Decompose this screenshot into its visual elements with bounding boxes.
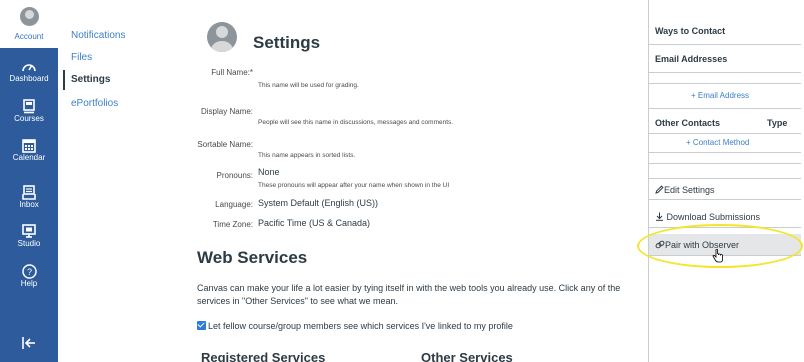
menu-active-indicator — [63, 70, 65, 90]
web-services-title: Web Services — [197, 248, 308, 267]
nav-calendar[interactable]: Calendar — [0, 136, 58, 176]
full-name-hint: This name will be used for grading. — [258, 82, 359, 89]
studio-icon — [22, 224, 36, 238]
profile-avatar[interactable] — [207, 22, 237, 52]
ways-to-contact-heading: Ways to Contact — [655, 26, 726, 36]
language-value: System Default (English (US)) — [258, 198, 379, 208]
display-name-hint: People will see this name in discussions… — [258, 119, 454, 126]
language-label: Language: — [215, 200, 253, 209]
full-name-label: Full Name:* — [211, 68, 253, 77]
svg-text:?: ? — [26, 267, 31, 277]
nav-courses-label: Courses — [14, 114, 44, 123]
nav-studio-label: Studio — [17, 239, 41, 248]
type-column-heading: Type — [767, 118, 788, 128]
contact-sidebar: Ways to Contact Email Addresses + Email … — [648, 0, 801, 362]
global-nav: Account Dashboard Courses Calendar Inbox… — [0, 0, 58, 362]
calendar-icon — [22, 139, 36, 153]
help-icon: ? — [21, 264, 37, 279]
registered-services-title: Registered Services — [201, 350, 326, 362]
hand-pointer-icon — [712, 249, 723, 263]
nav-calendar-label: Calendar — [12, 153, 46, 162]
email-addresses-heading: Email Addresses — [655, 54, 728, 64]
add-contact-method-link[interactable]: + Contact Method — [686, 138, 749, 147]
nav-studio[interactable]: Studio — [0, 222, 58, 262]
share-services-label: Let fellow course/group members see whic… — [208, 321, 513, 331]
sidebar-divider — [649, 83, 801, 84]
edit-settings-label: Edit Settings — [664, 185, 715, 195]
time-zone-value: Pacific Time (US & Canada) — [258, 218, 371, 228]
sidebar-divider — [649, 133, 801, 134]
share-services-checkbox[interactable]: Let fellow course/group members see whic… — [197, 321, 513, 331]
nav-inbox-label: Inbox — [19, 200, 39, 209]
other-contacts-heading: Other Contacts — [655, 118, 721, 128]
add-email-link[interactable]: + Email Address — [691, 91, 749, 100]
collapse-icon — [22, 337, 35, 349]
nav-inbox[interactable]: Inbox — [0, 183, 58, 223]
nav-help[interactable]: ? Help — [0, 262, 58, 302]
pronouns-value: None — [258, 167, 280, 177]
nav-account-label: Account — [14, 32, 44, 41]
download-submissions-label: Download Submissions — [666, 212, 761, 222]
main-content: Settings Full Name:* This name will be u… — [183, 0, 638, 362]
other-services-title: Other Services — [421, 350, 513, 362]
menu-eportfolios[interactable]: ePortfolios — [71, 98, 118, 110]
nav-account[interactable]: Account — [0, 0, 58, 48]
nav-dashboard-label: Dashboard — [9, 74, 49, 83]
sidebar-divider — [649, 44, 801, 45]
display-name-label: Display Name: — [200, 107, 253, 116]
page-title: Settings — [253, 33, 321, 52]
pronouns-hint: These pronouns will appear after your na… — [258, 182, 450, 189]
sortable-name-label: Sortable Name: — [197, 140, 253, 149]
menu-files[interactable]: Files — [71, 52, 92, 64]
menu-settings[interactable]: Settings — [71, 74, 110, 86]
web-services-description: Canvas can make your life a lot easier b… — [197, 283, 621, 306]
menu-notifications[interactable]: Notifications — [71, 30, 125, 42]
edit-settings-button[interactable]: Edit Settings — [649, 178, 801, 200]
sidebar-divider — [649, 72, 801, 73]
nav-courses[interactable]: Courses — [0, 97, 58, 137]
sortable-name-hint: This name appears in sorted lists. — [258, 152, 356, 159]
nav-dashboard[interactable]: Dashboard — [0, 58, 58, 98]
sidebar-divider — [649, 108, 801, 109]
sidebar-divider — [649, 152, 801, 153]
pronouns-label: Pronouns: — [216, 171, 253, 180]
collapse-nav-button[interactable] — [0, 336, 58, 354]
nav-help-label: Help — [20, 279, 38, 288]
dashboard-icon — [22, 64, 36, 72]
checkbox-checked-icon[interactable] — [197, 321, 206, 330]
sidebar-divider — [649, 163, 801, 164]
pencil-icon — [655, 185, 664, 194]
time-zone-label: Time Zone: — [212, 220, 253, 229]
account-avatar — [20, 7, 39, 26]
inbox-icon — [22, 185, 36, 200]
download-icon — [656, 212, 663, 221]
courses-icon — [23, 99, 35, 114]
